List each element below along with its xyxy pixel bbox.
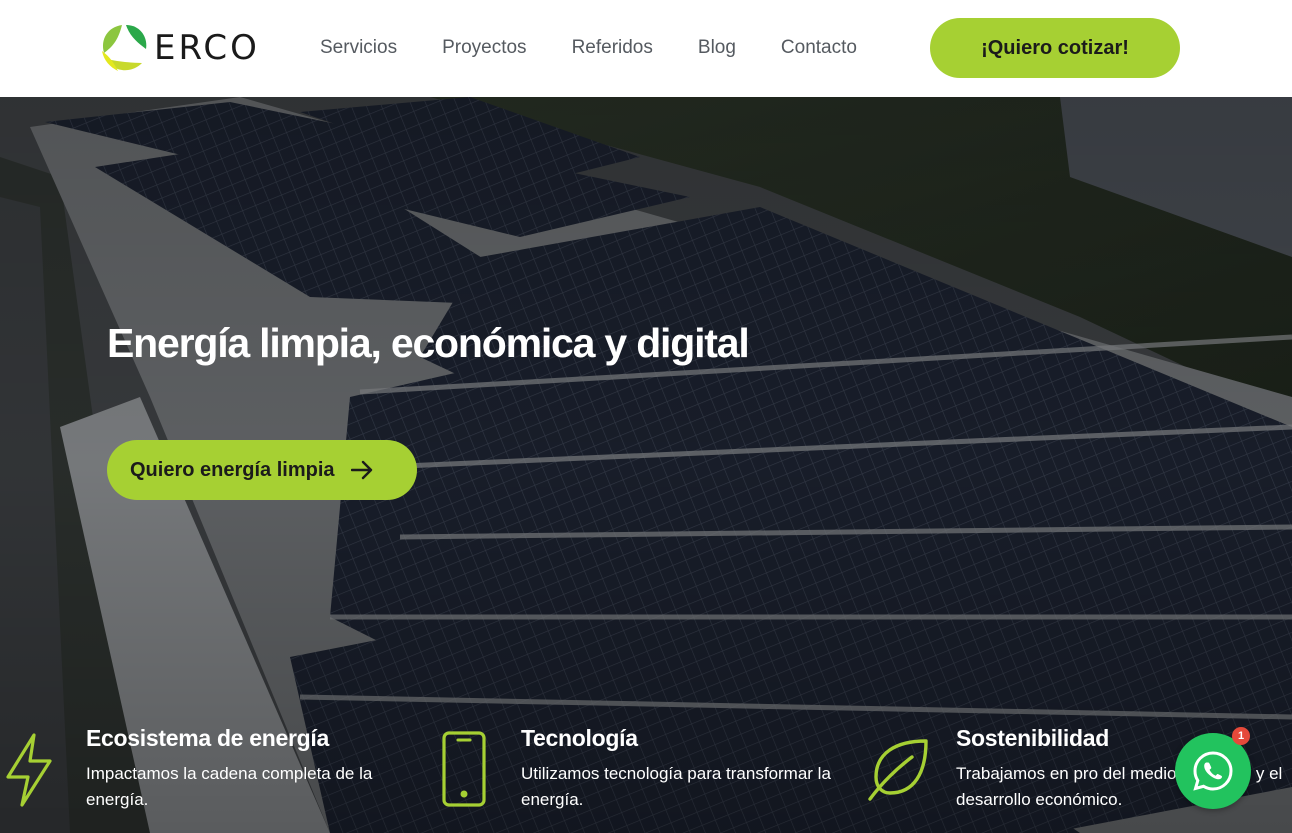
main-nav: Servicios Proyectos Referidos Blog Conta… <box>320 37 902 59</box>
feature-title: Tecnología <box>521 725 638 751</box>
hero-title: Energía limpia, económica y digital <box>107 320 750 366</box>
whatsapp-icon <box>1193 751 1233 791</box>
logo-wordmark: ERCO <box>154 28 260 68</box>
phone-icon <box>442 731 486 807</box>
clean-energy-button[interactable]: Quiero energía limpia <box>107 440 417 500</box>
erco-logo[interactable]: ERCO <box>98 21 260 75</box>
feature-title: Sostenibilidad <box>956 725 1109 751</box>
arrow-right-icon <box>350 460 372 480</box>
notification-badge: 1 <box>1232 727 1250 745</box>
feature-title: Ecosistema de energía <box>86 725 329 751</box>
clean-energy-button-label: Quiero energía limpia <box>130 458 335 481</box>
feature-text: Impactamos la cadena completa de la ener… <box>86 764 373 809</box>
feature-text: Utilizamos tecnología para transformar l… <box>521 764 831 809</box>
hero-section: Energía limpia, económica y digital Quie… <box>0 97 1292 833</box>
nav-contacto[interactable]: Contacto <box>781 37 857 59</box>
lightning-icon <box>6 733 52 807</box>
quote-button[interactable]: ¡Quiero cotizar! <box>930 18 1180 78</box>
nav-blog[interactable]: Blog <box>698 37 736 59</box>
site-header: ERCO Servicios Proyectos Referidos Blog … <box>0 0 1292 97</box>
leaf-icon <box>868 739 928 801</box>
nav-servicios[interactable]: Servicios <box>320 37 397 59</box>
nav-referidos[interactable]: Referidos <box>572 37 653 59</box>
leaf-logo-icon <box>102 25 147 71</box>
nav-proyectos[interactable]: Proyectos <box>442 37 526 59</box>
